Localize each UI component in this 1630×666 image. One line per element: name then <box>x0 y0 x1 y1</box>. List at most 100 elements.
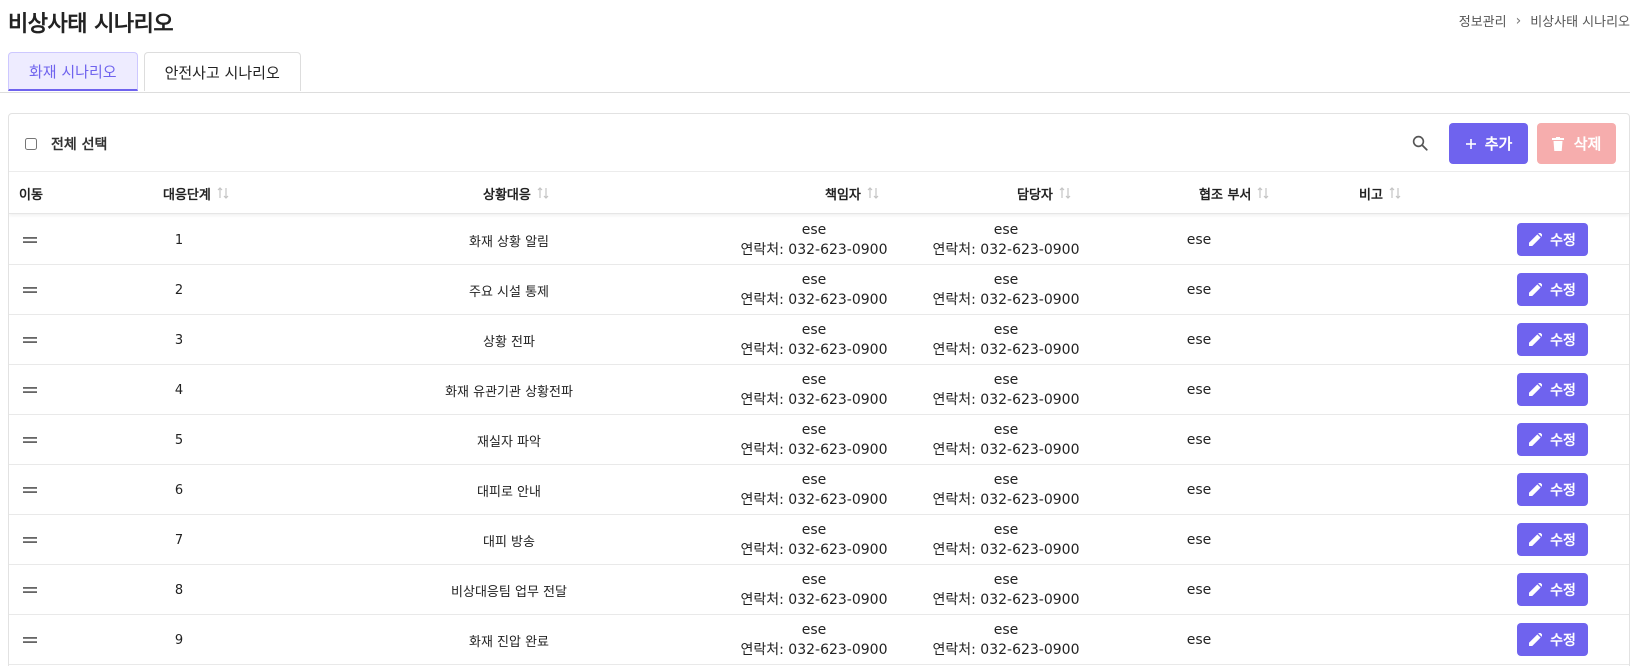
search-button[interactable] <box>1407 130 1433 156</box>
row-manager: ese 연락처: 032-623-0900 <box>921 515 1091 565</box>
row-manager-name: ese <box>993 522 1019 538</box>
table-row: 9 화재 진압 완료 ese 연락처: 032-623-0900 ese 연락처… <box>9 615 1629 665</box>
row-manager-name: ese <box>993 572 1019 588</box>
breadcrumb-item-info[interactable]: 정보관리 <box>1459 11 1507 30</box>
col-stage[interactable]: 대응단계 <box>163 172 229 214</box>
col-manager-label: 담당자 <box>1017 187 1053 203</box>
col-note-label: 비고 <box>1359 187 1383 203</box>
table-row: 3 상황 전파 ese 연락처: 032-623-0900 ese 연락처: 0… <box>9 315 1629 365</box>
row-note <box>1309 365 1469 415</box>
sort-icon <box>1059 187 1071 199</box>
row-manager-contact: 연락처: 032-623-0900 <box>932 292 1080 308</box>
row-owner: ese 연락처: 032-623-0900 <box>729 465 899 515</box>
row-manager-contact: 연락처: 032-623-0900 <box>932 392 1080 408</box>
col-owner-label: 책임자 <box>825 187 861 203</box>
row-owner: ese 연락처: 032-623-0900 <box>729 265 899 315</box>
trash-icon <box>1551 136 1564 151</box>
row-dept: ese <box>1186 382 1212 398</box>
row-owner-name: ese <box>801 422 827 438</box>
table-toolbar: 전체 선택 추가 삭제 <box>9 114 1629 172</box>
row-note <box>1309 515 1469 565</box>
delete-button[interactable]: 삭제 <box>1537 123 1616 164</box>
row-action: 상황 전파 <box>483 334 535 350</box>
col-action-label: 상황대응 <box>483 187 531 203</box>
tab-safety-accident-scenario[interactable]: 안전사고 시나리오 <box>143 52 301 91</box>
col-dept[interactable]: 협조 부서 <box>1199 172 1269 214</box>
row-owner: ese 연락처: 032-623-0900 <box>729 365 899 415</box>
edit-button-label: 수정 <box>1550 382 1576 399</box>
row-dept: ese <box>1186 482 1212 498</box>
row-stage: 3 <box>174 332 184 348</box>
col-stage-label: 대응단계 <box>163 187 211 203</box>
edit-button[interactable]: 수정 <box>1517 423 1588 456</box>
row-owner-contact: 연락처: 032-623-0900 <box>740 642 888 658</box>
edit-button-label: 수정 <box>1550 432 1576 449</box>
col-manager[interactable]: 담당자 <box>1017 172 1071 214</box>
edit-button[interactable]: 수정 <box>1517 373 1588 406</box>
edit-button[interactable]: 수정 <box>1517 573 1588 606</box>
tabs-divider <box>0 92 1630 93</box>
edit-button[interactable]: 수정 <box>1517 323 1588 356</box>
row-stage: 6 <box>174 482 184 498</box>
table-row: 6 대피로 안내 ese 연락처: 032-623-0900 ese 연락처: … <box>9 465 1629 515</box>
drag-handle-icon[interactable] <box>23 384 37 396</box>
row-owner: ese 연락처: 032-623-0900 <box>729 315 899 365</box>
row-manager-name: ese <box>993 472 1019 488</box>
col-note[interactable]: 비고 <box>1359 172 1401 214</box>
row-note <box>1309 315 1469 365</box>
row-note <box>1309 465 1469 515</box>
row-manager: ese 연락처: 032-623-0900 <box>921 465 1091 515</box>
col-action[interactable]: 상황대응 <box>483 172 549 214</box>
table-row: 7 대피 방송 ese 연락처: 032-623-0900 ese 연락처: 0… <box>9 515 1629 565</box>
row-manager-name: ese <box>993 272 1019 288</box>
table-header: 이동 대응단계 상황대응 책임자 담당자 협조 부서 비고 <box>9 172 1629 214</box>
row-owner-contact: 연락처: 032-623-0900 <box>740 392 888 408</box>
tab-fire-scenario[interactable]: 화재 시나리오 <box>8 52 138 91</box>
row-stage: 7 <box>174 532 184 548</box>
row-note <box>1309 265 1469 315</box>
select-all-checkbox[interactable] <box>25 138 37 150</box>
row-dept: ese <box>1186 532 1212 548</box>
table-row: 1 화재 상황 알림 ese 연락처: 032-623-0900 ese 연락처… <box>9 215 1629 265</box>
row-dept: ese <box>1186 582 1212 598</box>
drag-handle-icon[interactable] <box>23 284 37 296</box>
drag-handle-icon[interactable] <box>23 334 37 346</box>
drag-handle-icon[interactable] <box>23 234 37 246</box>
row-owner-name: ese <box>801 222 827 238</box>
select-all-label: 전체 선택 <box>51 137 108 153</box>
edit-button[interactable]: 수정 <box>1517 473 1588 506</box>
sort-icon <box>537 187 549 199</box>
edit-button[interactable]: 수정 <box>1517 273 1588 306</box>
table-row: 2 주요 시설 통제 ese 연락처: 032-623-0900 ese 연락처… <box>9 265 1629 315</box>
row-stage: 2 <box>174 282 184 298</box>
select-all[interactable]: 전체 선택 <box>25 134 107 154</box>
edit-button[interactable]: 수정 <box>1517 623 1588 656</box>
edit-button[interactable]: 수정 <box>1517 523 1588 556</box>
row-dept: ese <box>1186 632 1212 648</box>
drag-handle-icon[interactable] <box>23 434 37 446</box>
col-dept-label: 협조 부서 <box>1199 187 1252 203</box>
row-owner: ese 연락처: 032-623-0900 <box>729 615 899 665</box>
drag-handle-icon[interactable] <box>23 484 37 496</box>
row-dept: ese <box>1186 282 1212 298</box>
row-manager: ese 연락처: 032-623-0900 <box>921 365 1091 415</box>
sort-icon <box>1389 187 1401 199</box>
drag-handle-icon[interactable] <box>23 584 37 596</box>
search-icon <box>1412 135 1428 151</box>
plus-icon <box>1465 138 1476 149</box>
col-owner[interactable]: 책임자 <box>825 172 879 214</box>
row-manager-name: ese <box>993 222 1019 238</box>
row-owner-name: ese <box>801 472 827 488</box>
row-manager-contact: 연락처: 032-623-0900 <box>932 492 1080 508</box>
pencil-icon <box>1529 483 1543 496</box>
page-title: 비상사태 시나리오 <box>8 12 174 37</box>
row-stage: 8 <box>174 582 184 598</box>
edit-button-label: 수정 <box>1550 282 1576 299</box>
add-button[interactable]: 추가 <box>1449 123 1528 164</box>
row-owner-contact: 연락처: 032-623-0900 <box>740 542 888 558</box>
table-row: 5 재실자 파악 ese 연락처: 032-623-0900 ese 연락처: … <box>9 415 1629 465</box>
drag-handle-icon[interactable] <box>23 634 37 646</box>
row-action: 비상대응팀 업무 전달 <box>451 584 567 600</box>
edit-button[interactable]: 수정 <box>1517 223 1588 256</box>
drag-handle-icon[interactable] <box>23 534 37 546</box>
